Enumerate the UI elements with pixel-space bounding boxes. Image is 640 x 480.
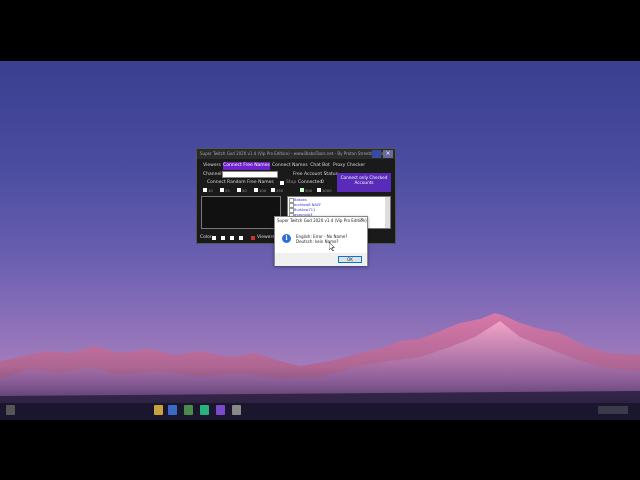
settings-icon[interactable] [232,405,241,415]
twitch-tool-icon[interactable] [216,405,225,415]
count-checkbox[interactable] [254,188,258,192]
mouse-cursor-icon [329,242,335,251]
viewers-label: Viewers [257,235,275,240]
connected-label: Connected [298,180,323,185]
info-icon: i [282,234,291,243]
free-account-status-label: Free Account Status [293,172,338,177]
channel-input[interactable] [222,171,278,178]
connect-checked-button[interactable]: Connect only Checked Accounts [337,173,391,192]
count-option: 25 [225,188,230,193]
letterbox-top [0,0,640,61]
viewers-checkbox[interactable] [251,236,255,240]
letterbox-bottom [0,420,640,480]
color-checkbox[interactable] [239,236,243,240]
app-title: Super Twitch God 2020 v1.4 (Vip Pro Edit… [197,149,395,159]
count-option: 1000 [322,188,332,193]
count-option: 100 [259,188,267,193]
list-scrollbar[interactable] [385,197,390,228]
channel-label: Channel [203,172,222,177]
close-button[interactable]: × [383,150,393,158]
color-label: Color [200,235,212,240]
tab-viewers[interactable]: Viewers [201,162,223,170]
connect-random-label: Connect Random Free Names [207,180,274,185]
list-item[interactable]: Burklow711 [294,208,315,212]
count-option: 10 [208,188,213,193]
system-tray[interactable] [598,406,628,414]
color-checkbox[interactable] [230,236,234,240]
count-checkbox[interactable] [300,188,304,192]
connected-count: 0 [321,180,324,185]
count-option: 50 [242,188,247,193]
start-icon[interactable] [6,405,15,415]
count-checkbox[interactable] [203,188,207,192]
count-checkbox[interactable] [317,188,321,192]
folder-icon[interactable] [154,405,163,415]
stop-label: Stop [286,180,297,185]
tab-connect-free-names[interactable]: Connect Free Names [223,162,270,170]
tab-connect-names[interactable]: Connect Names [272,162,308,170]
color-checkbox[interactable] [221,236,225,240]
count-option: 500 [305,188,313,193]
message-dialog: Super Twitch God 2020 v1.4 (Vip Pro Edit… [274,216,368,266]
list-item[interactable]: Bakoks [294,198,307,202]
dialog-close-button[interactable]: × [360,217,364,223]
app-icon[interactable] [168,405,177,415]
taskbar [0,403,640,420]
tab-chat-bot[interactable]: Chat Bot [309,162,331,170]
list-item[interactable]: burklow8 N8ZF [294,203,321,207]
count-checkbox[interactable] [237,188,241,192]
log-textarea[interactable] [201,196,281,229]
browser-icon[interactable] [184,405,193,415]
color-checkbox[interactable] [212,236,216,240]
count-checkbox[interactable] [220,188,224,192]
count-option: 250 [276,188,284,193]
ok-button[interactable]: OK [338,256,362,263]
dialog-title: Super Twitch God 2020 v1.4 (Vip Pro Edit… [277,218,367,223]
count-checkbox[interactable] [271,188,275,192]
store-icon[interactable] [200,405,209,415]
minimize-button[interactable] [372,150,381,158]
stop-checkbox[interactable] [280,181,284,185]
tab-proxy-checker[interactable]: Proxy Checker [333,162,365,170]
